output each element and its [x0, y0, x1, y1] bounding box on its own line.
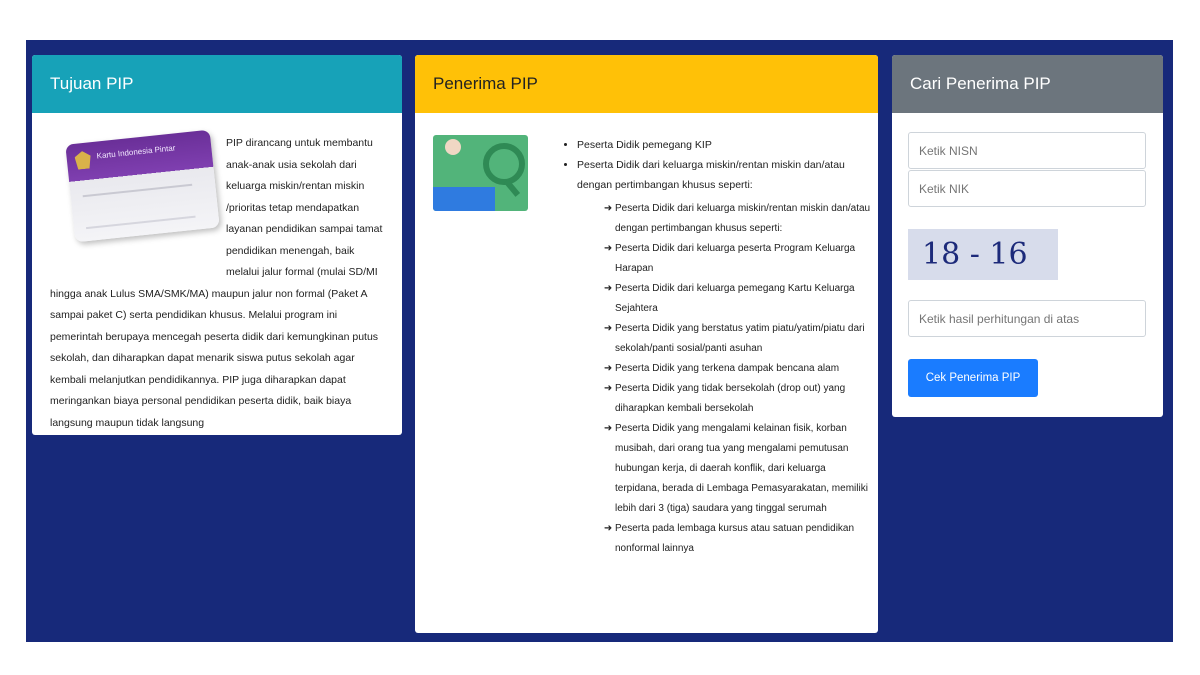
tujuan-pip-header: Tujuan PIP	[32, 55, 402, 113]
penerima-pip-header: Penerima PIP	[415, 55, 878, 113]
captcha-image: 18 - 16	[908, 229, 1058, 280]
sub-list-item: Peserta pada lembaga kursus atau satuan …	[615, 519, 872, 559]
penerima-list: Peserta Didik pemegang KIP Peserta Didik…	[565, 135, 872, 559]
sub-list-item: Peserta Didik yang mengalami kelainan fi…	[615, 419, 872, 519]
search-illustration	[433, 135, 528, 211]
nik-input[interactable]	[908, 170, 1146, 207]
image-spacer	[50, 133, 226, 273]
illustration-bar	[433, 187, 495, 211]
sub-list-item: Peserta Didik yang tidak bersekolah (dro…	[615, 379, 872, 419]
person-icon	[445, 139, 461, 155]
cari-penerima-card: Cari Penerima PIP 18 - 16 Cek Penerima P…	[892, 55, 1163, 417]
sub-list-item: Peserta Didik dari keluarga pemegang Kar…	[615, 279, 872, 319]
sub-list-item: Peserta Didik yang terkena dampak bencan…	[615, 359, 872, 379]
sub-list-item: Peserta Didik dari keluarga peserta Prog…	[615, 239, 872, 279]
list-item-text: Peserta Didik dari keluarga miskin/renta…	[577, 159, 845, 191]
tujuan-description: PIP dirancang untuk membantu anak-anak u…	[50, 133, 384, 434]
list-item-text: Peserta Didik pemegang KIP	[577, 139, 712, 151]
captcha-answer-input[interactable]	[908, 300, 1146, 337]
sub-list: Peserta Didik dari keluarga miskin/renta…	[577, 199, 872, 559]
sub-list-item: Peserta Didik dari keluarga miskin/renta…	[615, 199, 872, 239]
penerima-pip-card: Penerima PIP Peserta Didik pemegang KIP …	[415, 55, 878, 633]
cari-penerima-header: Cari Penerima PIP	[892, 55, 1163, 113]
magnifier-icon	[483, 143, 525, 185]
list-item: Peserta Didik dari keluarga miskin/renta…	[577, 155, 872, 559]
cek-penerima-button[interactable]: Cek Penerima PIP	[908, 359, 1038, 397]
tujuan-pip-card: Tujuan PIP Kartu Indonesia Pintar PIP di…	[32, 55, 402, 435]
list-item: Peserta Didik pemegang KIP	[577, 135, 872, 155]
nisn-input[interactable]	[908, 132, 1146, 169]
sub-list-item: Peserta Didik yang berstatus yatim piatu…	[615, 319, 872, 359]
